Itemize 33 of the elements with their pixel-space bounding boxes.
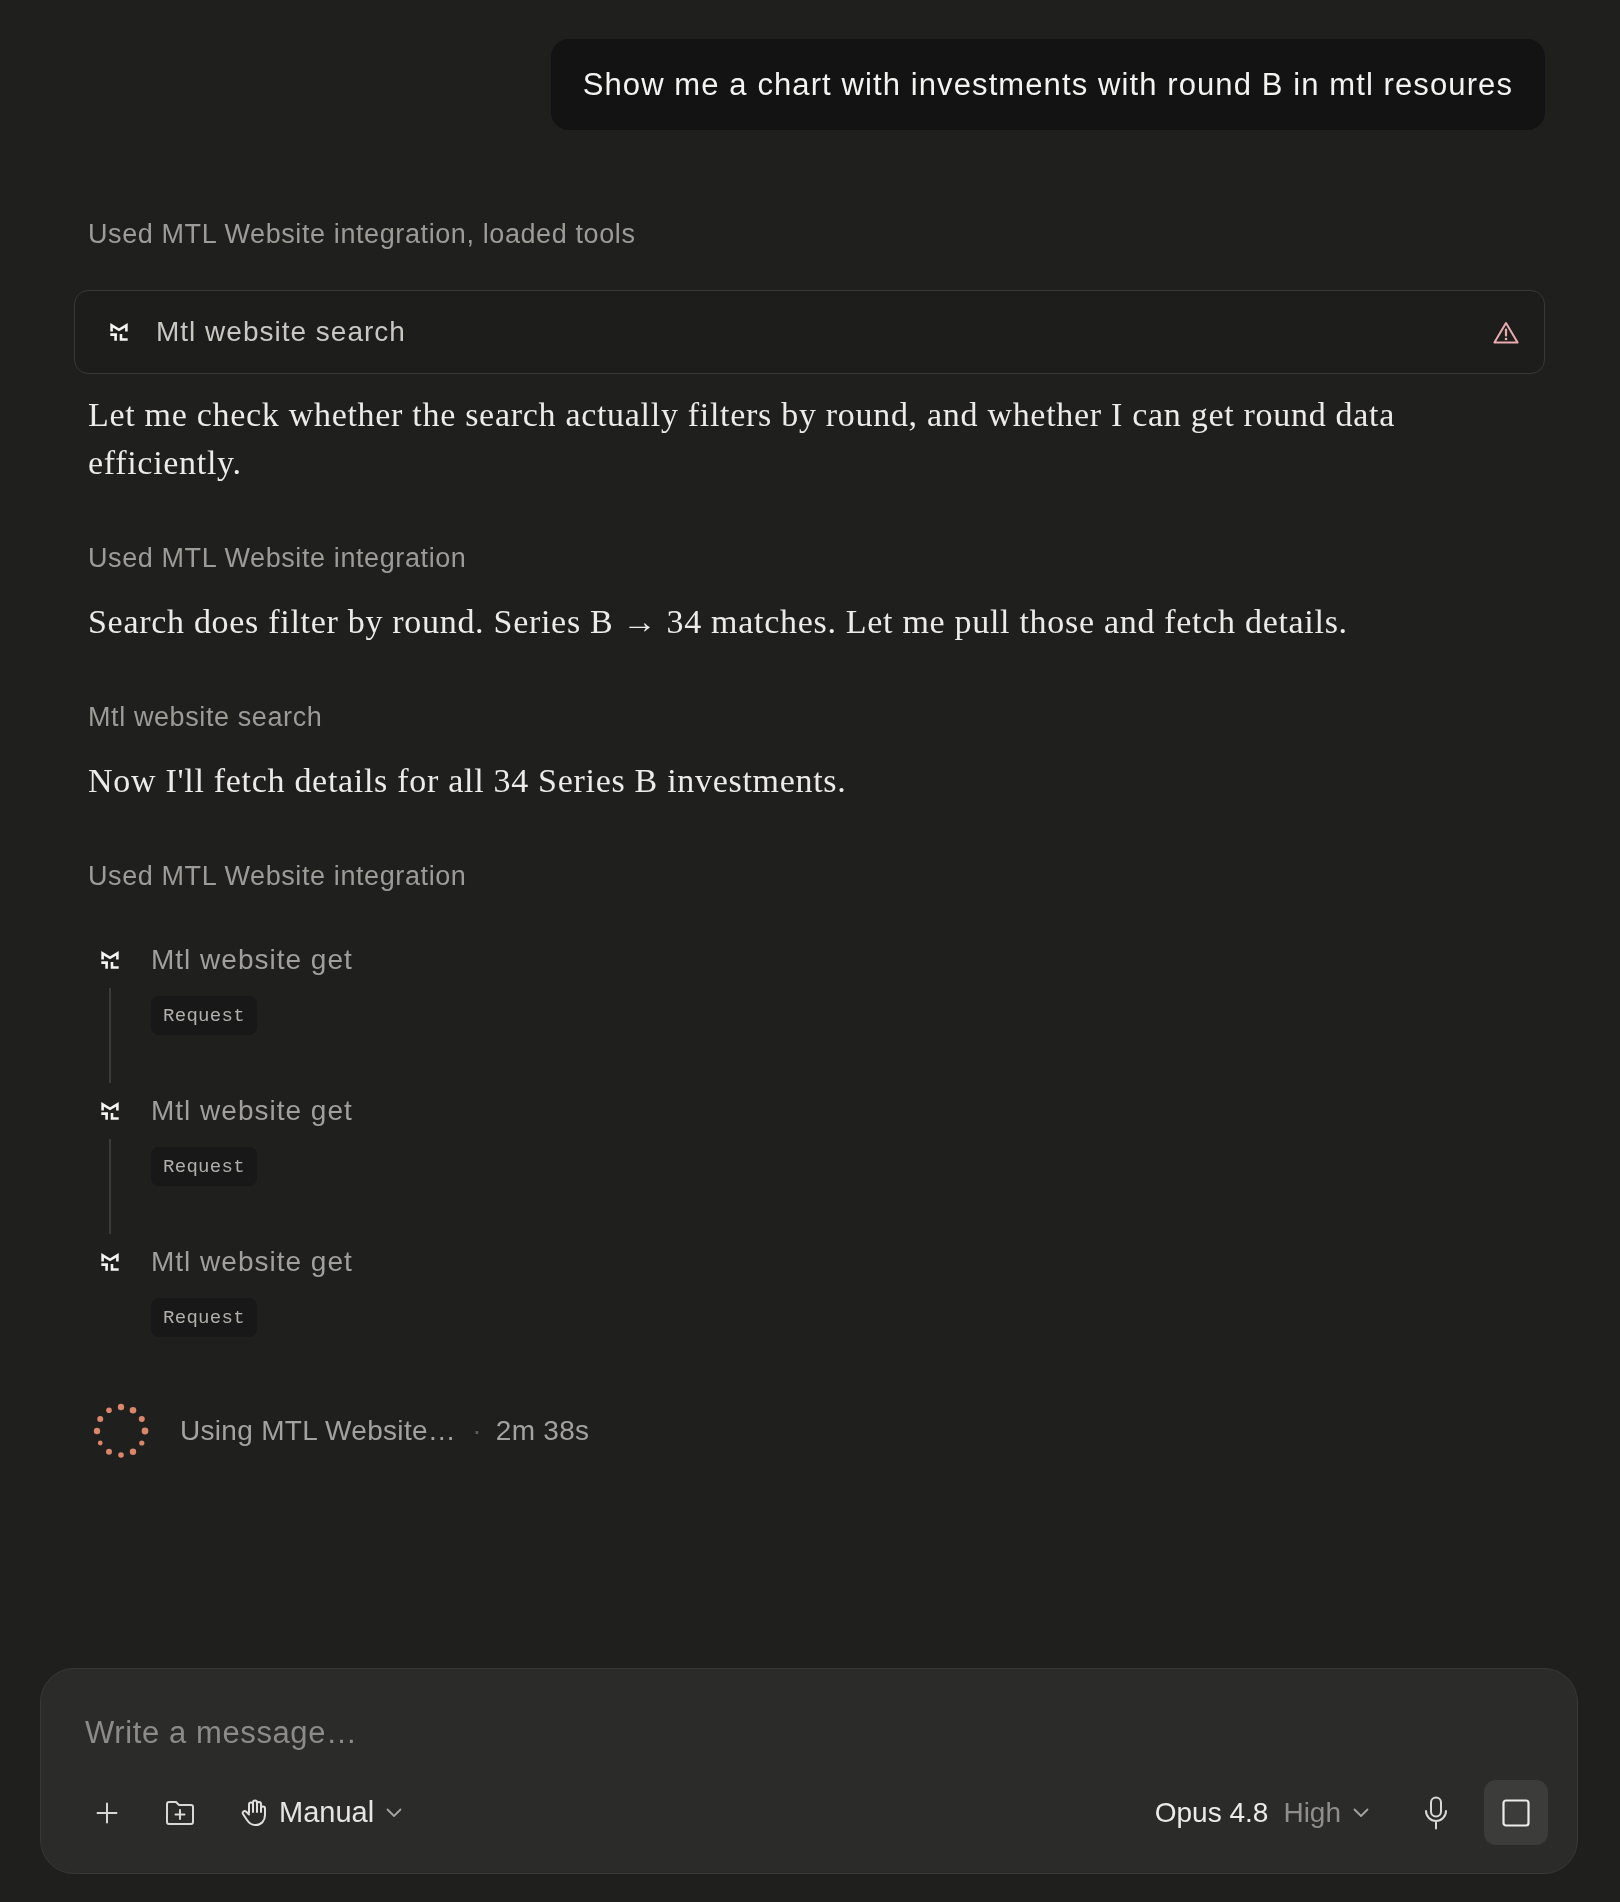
- tool-call-label: Mtl website get: [151, 1094, 353, 1128]
- mode-selector[interactable]: Manual: [233, 1790, 411, 1835]
- logo-icon: [100, 950, 120, 970]
- tool-card[interactable]: Mtl website search: [74, 290, 1545, 374]
- separator-dot: ·: [472, 1414, 482, 1448]
- logo-icon: [100, 1101, 120, 1121]
- microphone-icon: [1423, 1795, 1449, 1830]
- chevron-down-icon: [386, 1807, 403, 1818]
- tool-call-label: Mtl website get: [151, 943, 353, 977]
- activity-label: Used MTL Website integration: [88, 543, 467, 573]
- response-paragraph: Let me check whether the search actually filters by round, and whether I can get round data efficiently.: [88, 395, 1396, 483]
- logo-icon: [109, 322, 129, 342]
- user-message: Show me a chart with investments with round B in mtl resoures: [550, 39, 1545, 130]
- stop-button[interactable]: [1484, 1780, 1548, 1845]
- model-selector[interactable]: Opus 4.8 High: [1146, 1790, 1377, 1835]
- response-paragraph: Search does filter by round. Series B → 34 matches. Let me pull those and fetch details.: [88, 602, 1349, 642]
- response-paragraph: Now I'll fetch details for all 34 Series B investments.: [88, 761, 848, 801]
- tool-call-label: Mtl website get: [151, 1245, 353, 1279]
- activity-label: Used MTL Website integration: [88, 861, 467, 891]
- activity-label: Mtl website search: [88, 702, 323, 732]
- elapsed-time: 2m 38s: [495, 1414, 590, 1448]
- square-icon: [1502, 1798, 1530, 1827]
- request-tag[interactable]: Request: [151, 1298, 257, 1337]
- message-input[interactable]: Write a message…: [85, 1713, 1548, 1753]
- logo-icon: [100, 1252, 120, 1272]
- chevron-down-icon: [1353, 1807, 1369, 1818]
- plus-icon: [96, 1801, 118, 1824]
- request-tag[interactable]: Request: [151, 1147, 257, 1186]
- folder-plus-icon: [165, 1798, 195, 1827]
- request-tag[interactable]: Request: [151, 996, 257, 1035]
- status-text: Using MTL Website…: [180, 1414, 457, 1448]
- hand-icon: [241, 1798, 267, 1827]
- activity-label: Used MTL Website integration, loaded tools: [88, 219, 636, 249]
